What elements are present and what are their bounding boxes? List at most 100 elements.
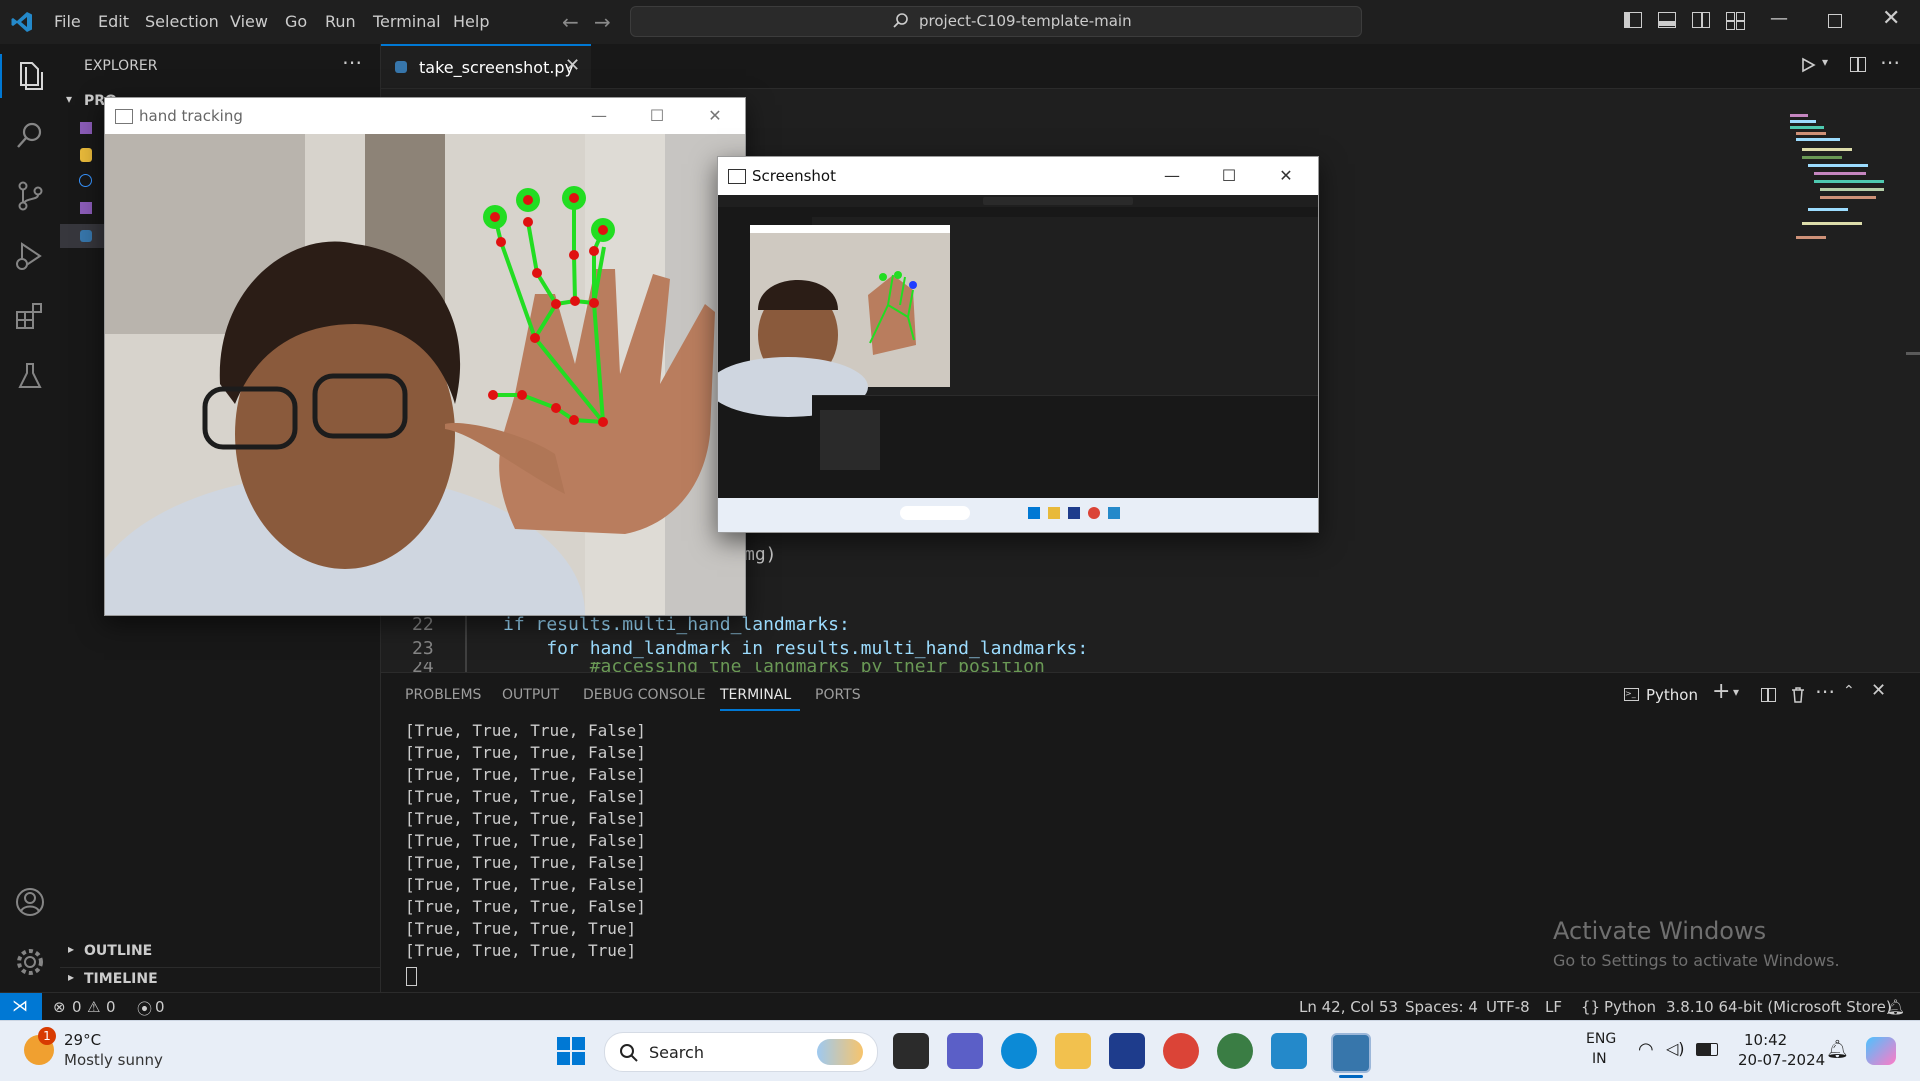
testing-flask-icon[interactable] (12, 358, 48, 394)
run-dropdown-chevron-icon[interactable]: ▾ (1822, 55, 1828, 69)
forward-arrow-icon[interactable]: → (594, 10, 611, 34)
screenshot-window[interactable]: Screenshot — ☐ ✕ (717, 156, 1319, 533)
taskbar-search-box[interactable]: Search (604, 1032, 878, 1072)
battery-icon[interactable] (1696, 1043, 1718, 1056)
menu-file[interactable]: File (54, 12, 81, 31)
microsoft-store-icon[interactable] (1109, 1033, 1145, 1069)
menu-edit[interactable]: Edit (98, 12, 129, 31)
tab-output[interactable]: OUTPUT (502, 687, 559, 703)
weather-temperature[interactable]: 29°C (64, 1031, 101, 1049)
errors-count[interactable]: 0 (72, 998, 82, 1016)
ports-icon[interactable]: ⦿ (137, 998, 152, 1019)
chevron-right-icon[interactable]: ▸ (68, 942, 74, 956)
split-terminal-icon[interactable] (1761, 688, 1776, 702)
editor-tab-active[interactable]: take_screenshot.py ✕ (381, 44, 591, 88)
file-icon[interactable] (80, 148, 92, 162)
chevron-down-icon[interactable]: ▾ (66, 92, 72, 106)
source-control-icon[interactable] (12, 178, 48, 214)
split-editor-icon[interactable] (1850, 57, 1866, 72)
back-arrow-icon[interactable]: ← (562, 10, 579, 34)
menu-selection[interactable]: Selection (145, 12, 219, 31)
info-file-icon[interactable] (79, 174, 92, 187)
terminal-shell-label[interactable]: Python (1646, 686, 1698, 704)
warnings-icon[interactable]: ⚠ (87, 998, 100, 1016)
vscode-taskbar-icon[interactable] (1271, 1033, 1307, 1069)
language-braces-icon[interactable]: {} (1581, 998, 1600, 1016)
input-language-top[interactable]: ENG (1586, 1031, 1616, 1047)
warnings-count[interactable]: 0 (106, 998, 116, 1016)
minimize-button[interactable]: — (579, 102, 619, 130)
terminal-output[interactable]: [True, True, True, False] [True, True, T… (381, 717, 1911, 987)
close-panel-icon[interactable]: ✕ (1871, 680, 1886, 701)
minimize-button[interactable]: — (1152, 162, 1192, 190)
settings-gear-icon[interactable] (12, 944, 48, 980)
window-minimize-button[interactable]: — (1770, 8, 1788, 29)
input-language-bottom[interactable]: IN (1592, 1051, 1607, 1067)
python-window-icon[interactable] (1331, 1033, 1371, 1073)
customize-layout-icon[interactable] (1726, 12, 1745, 30)
tab-problems[interactable]: PROBLEMS (405, 687, 481, 703)
editor-more-actions-icon[interactable]: ⋯ (1880, 50, 1900, 74)
tab-debug-console[interactable]: DEBUG CONSOLE (583, 687, 706, 703)
code-line[interactable]: for hand_landmark in results.multi_hand_… (503, 638, 1088, 659)
image-file-icon[interactable] (80, 202, 92, 214)
teams-icon[interactable] (947, 1033, 983, 1069)
menu-terminal[interactable]: Terminal (373, 12, 441, 31)
search-activity-icon[interactable] (12, 118, 48, 154)
code-line[interactable]: if results.multi_hand_landmarks: (503, 614, 850, 635)
minimap[interactable] (1788, 112, 1898, 252)
image-file-icon[interactable] (80, 122, 92, 134)
file-explorer-icon[interactable] (1055, 1033, 1091, 1069)
python-interpreter[interactable]: 3.8.10 64-bit (Microsoft Store) (1666, 998, 1892, 1016)
notifications-bell-icon[interactable]: 🔔︎ (1826, 1039, 1849, 1060)
command-center-search[interactable]: project-C109-template-main (630, 6, 1362, 37)
chevron-right-icon[interactable]: ▸ (68, 970, 74, 984)
python-app-icon[interactable] (1217, 1033, 1253, 1069)
editor-scrollbar[interactable] (1906, 352, 1920, 355)
run-debug-icon[interactable] (12, 238, 48, 274)
errors-icon[interactable]: ⊗ (53, 998, 66, 1016)
volume-icon[interactable]: ◁) (1666, 1039, 1685, 1058)
wifi-icon[interactable]: ◠ (1638, 1039, 1654, 1060)
ports-count[interactable]: 0 (155, 998, 165, 1016)
explorer-files-icon[interactable] (12, 58, 48, 94)
timeline-section[interactable]: TIMELINE (84, 971, 158, 987)
accounts-icon[interactable] (12, 884, 48, 920)
extensions-icon[interactable] (12, 298, 48, 334)
screenshot-titlebar[interactable]: Screenshot — ☐ ✕ (718, 157, 1318, 195)
maximize-button[interactable]: ☐ (1209, 162, 1249, 190)
menu-view[interactable]: View (230, 12, 268, 31)
menu-run[interactable]: Run (325, 12, 356, 31)
cursor-position[interactable]: Ln 42, Col 53 (1299, 998, 1398, 1016)
panel-more-actions-icon[interactable]: ⋯ (1815, 679, 1835, 703)
explorer-more-icon[interactable]: ⋯ (342, 50, 362, 74)
close-button[interactable]: ✕ (1266, 162, 1306, 190)
kill-terminal-trash-icon[interactable] (1790, 686, 1806, 704)
tab-close-icon[interactable]: ✕ (565, 55, 580, 76)
indentation[interactable]: Spaces: 4 (1405, 998, 1478, 1016)
copilot-icon[interactable] (1866, 1037, 1896, 1065)
window-restore-button[interactable] (1828, 14, 1842, 28)
window-close-button[interactable]: ✕ (1882, 6, 1900, 31)
weather-description[interactable]: Mostly sunny (64, 1051, 163, 1069)
line-ending[interactable]: LF (1545, 998, 1562, 1016)
new-terminal-icon[interactable]: + (1712, 679, 1730, 704)
outline-section[interactable]: OUTLINE (84, 943, 152, 959)
maximize-panel-chevron-up-icon[interactable]: ⌃ (1843, 683, 1855, 699)
edge-browser-icon[interactable] (1001, 1033, 1037, 1069)
hand-tracking-titlebar[interactable]: hand tracking — ☐ ✕ (105, 98, 745, 134)
language-mode[interactable]: Python (1604, 998, 1656, 1016)
toggle-secondary-sidebar-icon[interactable] (1692, 12, 1710, 28)
close-button[interactable]: ✕ (695, 102, 735, 130)
menu-go[interactable]: Go (285, 12, 307, 31)
tab-terminal[interactable]: TERMINAL (720, 687, 791, 703)
run-python-file-icon[interactable] (1800, 57, 1816, 73)
menu-help[interactable]: Help (453, 12, 489, 31)
clock-date[interactable]: 20-07-2024 (1738, 1051, 1825, 1069)
toggle-primary-sidebar-icon[interactable] (1624, 12, 1642, 28)
maximize-button[interactable]: ☐ (637, 102, 677, 130)
encoding[interactable]: UTF-8 (1486, 998, 1530, 1016)
notifications-bell-icon[interactable]: 🔔︎ (1886, 998, 1905, 1016)
remote-indicator[interactable]: ⋊ (0, 993, 42, 1021)
start-windows-icon[interactable] (557, 1037, 585, 1065)
